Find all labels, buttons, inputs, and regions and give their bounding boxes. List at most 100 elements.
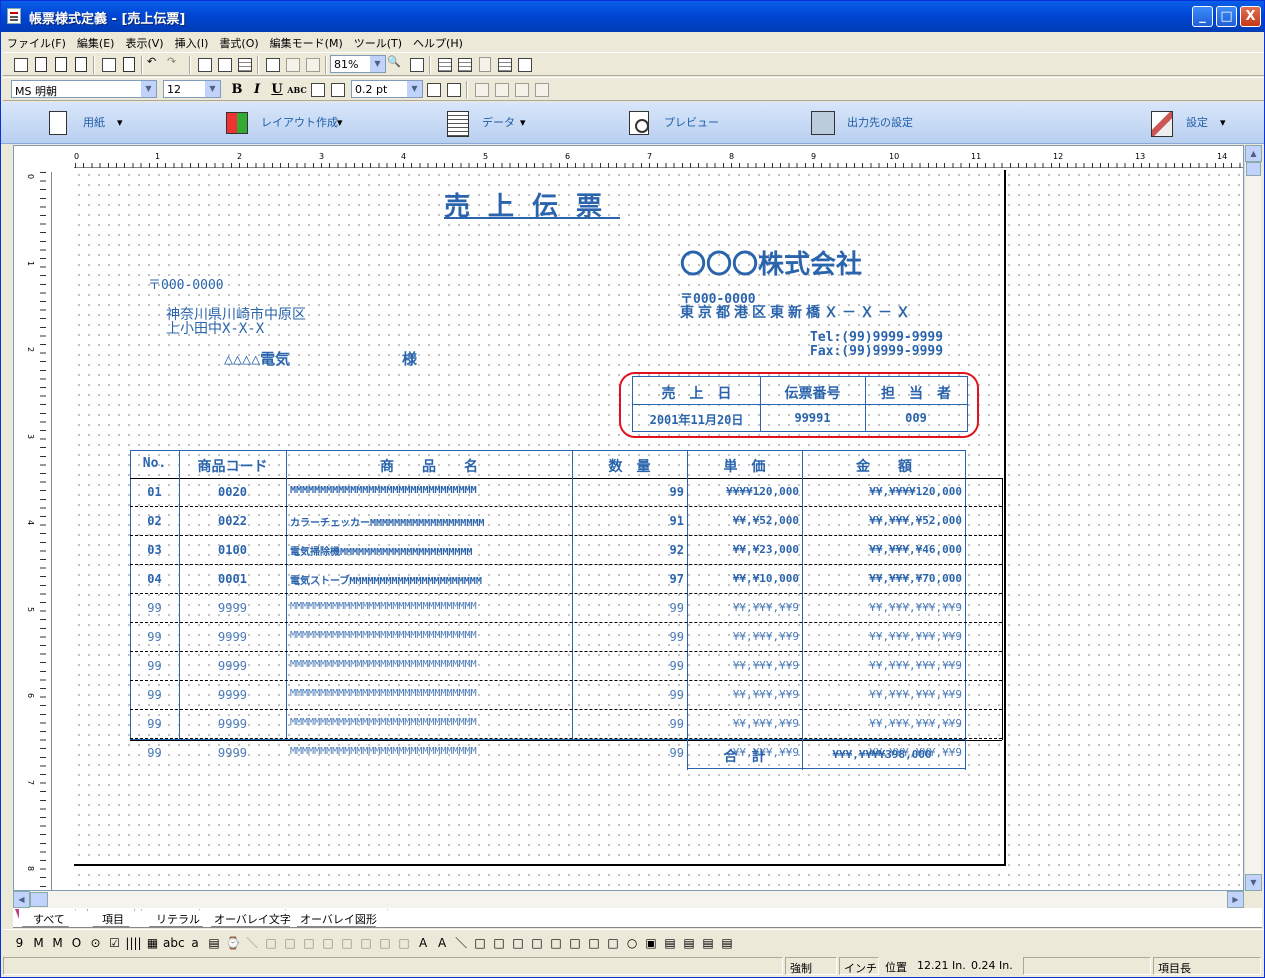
abc-button[interactable]: ABC bbox=[287, 85, 307, 95]
page-icon[interactable] bbox=[475, 55, 493, 73]
table-cell[interactable]: 99 bbox=[572, 746, 684, 760]
tab-fields[interactable]: 項目 bbox=[87, 909, 135, 927]
table-cell[interactable]: 97 bbox=[572, 572, 684, 586]
table-cell[interactable]: MMMMMMMMMMMMMMMMMMMMMMMMMMMMMMM bbox=[290, 659, 570, 670]
table-cell[interactable]: MMMMMMMMMMMMMMMMMMMMMMMMMMMMMMM bbox=[290, 630, 570, 641]
undo-icon[interactable]: ↶ bbox=[147, 55, 165, 73]
table-cell[interactable]: ¥¥,¥¥¥,¥46,000 bbox=[802, 543, 962, 556]
menu-file[interactable]: ファイル(F) bbox=[1, 32, 71, 51]
table2-icon[interactable] bbox=[495, 55, 513, 73]
toolbox-item[interactable]: O bbox=[68, 933, 85, 953]
scroll-left-arrow[interactable]: ◀ bbox=[13, 891, 30, 908]
toolbox-item[interactable]: □ bbox=[586, 933, 603, 953]
design-area[interactable]: 0 1 2 3 4 5 6 7 8 9 10 11 12 13 14 0 1 2… bbox=[13, 145, 1244, 891]
toolbox-item[interactable]: A bbox=[434, 933, 451, 953]
menu-insert[interactable]: 挿入(I) bbox=[169, 32, 214, 51]
grid-icon[interactable] bbox=[435, 55, 453, 73]
italic-button[interactable]: I bbox=[247, 82, 267, 97]
font-size-select[interactable]: 12 bbox=[163, 80, 221, 98]
table-cell[interactable]: ¥¥,¥¥¥,¥¥¥,¥¥9 bbox=[802, 601, 962, 614]
table-cell[interactable]: 電気ストーブMMMMMMMMMMMMMMMMMMMMMM bbox=[290, 572, 570, 587]
table-cell[interactable]: 0022 bbox=[179, 514, 286, 528]
scroll-down-arrow[interactable]: ▼ bbox=[1245, 874, 1262, 891]
toolbox-item[interactable]: abc bbox=[163, 933, 185, 953]
customer-address-2[interactable]: 上小田中X-X-X bbox=[166, 318, 264, 338]
toolbox-item[interactable]: M bbox=[30, 933, 47, 953]
tab-literal[interactable]: リテラル bbox=[141, 909, 211, 927]
form-canvas[interactable]: 売上伝票 〇〇〇株式会社 〒000-0000 東京都港区東新橋Ｘ－Ｘ－Ｘ Tel… bbox=[74, 170, 1243, 890]
table-cell[interactable]: ¥¥,¥¥¥,¥¥9 bbox=[687, 601, 799, 614]
menu-help[interactable]: ヘルプ(H) bbox=[407, 32, 468, 51]
toolbox-item[interactable]: □ bbox=[282, 933, 299, 953]
close-button[interactable]: X bbox=[1240, 6, 1261, 27]
tab-overlay-shapes[interactable]: オーバレイ図形 bbox=[285, 909, 388, 927]
table-cell[interactable]: 04 bbox=[130, 572, 179, 586]
toolbox-item[interactable]: 9 bbox=[11, 933, 28, 953]
menu-edit-mode[interactable]: 編集モード(M) bbox=[264, 32, 348, 51]
align2-icon[interactable] bbox=[492, 80, 510, 98]
toolbox-item[interactable]: |||| bbox=[125, 933, 142, 953]
table-cell[interactable]: ¥¥,¥¥¥,¥¥9 bbox=[687, 630, 799, 643]
toolbox-item[interactable]: ☑ bbox=[106, 933, 123, 953]
scroll-up-arrow[interactable]: ▲ bbox=[1245, 145, 1262, 162]
menu-edit[interactable]: 編集(E) bbox=[71, 32, 120, 51]
redo-icon[interactable]: ↷ bbox=[167, 55, 185, 73]
table-cell[interactable]: MMMMMMMMMMMMMMMMMMMMMMMMMMMMMMM bbox=[290, 717, 570, 728]
toolbox-item[interactable]: ▤ bbox=[662, 933, 679, 953]
table-cell[interactable]: 99 bbox=[130, 746, 179, 760]
horizontal-scrollbar[interactable]: ◀ ▶ bbox=[13, 891, 1244, 908]
toolbox-item[interactable]: a bbox=[187, 933, 204, 953]
table-cell[interactable]: 99 bbox=[572, 659, 684, 673]
toolbox-item[interactable]: □ bbox=[510, 933, 527, 953]
toolbox-item[interactable]: □ bbox=[472, 933, 489, 953]
line-style-icon[interactable] bbox=[444, 80, 462, 98]
table-cell[interactable]: ¥¥,¥¥¥,¥70,000 bbox=[802, 572, 962, 585]
menu-tools[interactable]: ツール(T) bbox=[348, 32, 407, 51]
toolbox-item[interactable]: □ bbox=[491, 933, 508, 953]
table-cell[interactable]: 91 bbox=[572, 514, 684, 528]
table-cell[interactable]: 92 bbox=[572, 543, 684, 557]
company-name[interactable]: 〇〇〇株式会社 bbox=[680, 244, 862, 281]
table-cell[interactable]: ¥¥,¥¥¥,¥¥¥,¥¥9 bbox=[802, 659, 962, 672]
menu-view[interactable]: 表示(V) bbox=[119, 32, 168, 51]
document-icon[interactable] bbox=[71, 55, 89, 73]
table-cell[interactable]: ¥¥,¥¥¥,¥¥¥,¥¥9 bbox=[802, 717, 962, 730]
bold-button[interactable]: B bbox=[227, 82, 247, 97]
table-cell[interactable]: 99 bbox=[130, 659, 179, 673]
copy-form-icon[interactable] bbox=[51, 55, 69, 73]
company-address[interactable]: 東京都港区東新橋Ｘ－Ｘ－Ｘ bbox=[680, 302, 914, 322]
table-cell[interactable]: MMMMMMMMMMMMMMMMMMMMMMMMMMMMMMM bbox=[290, 601, 570, 612]
toolbox-item[interactable]: ＼ bbox=[244, 933, 261, 953]
zoom-fit-icon[interactable] bbox=[407, 55, 425, 73]
table-cell[interactable]: ¥¥¥¥120,000 bbox=[687, 485, 799, 498]
table-cell[interactable]: 99 bbox=[130, 630, 179, 644]
total-value[interactable]: ¥¥¥,¥¥¥¥398,000 bbox=[802, 748, 962, 761]
toolbox-item[interactable]: ▤ bbox=[206, 933, 223, 953]
cut-icon[interactable] bbox=[195, 55, 213, 73]
print-preview-icon[interactable] bbox=[119, 55, 137, 73]
table-cell[interactable]: MMMMMMMMMMMMMMMMMMMMMMMMMMMMMMM bbox=[290, 485, 570, 496]
table-cell[interactable]: ¥¥,¥¥¥,¥¥¥,¥¥9 bbox=[802, 630, 962, 643]
toolbox-item[interactable]: □ bbox=[339, 933, 356, 953]
menu-format[interactable]: 書式(O) bbox=[213, 32, 263, 51]
table-cell[interactable]: MMMMMMMMMMMMMMMMMMMMMMMMMMMMMMM bbox=[290, 746, 570, 757]
line-width-select[interactable]: 0.2 pt bbox=[351, 80, 423, 98]
delete-icon[interactable] bbox=[215, 55, 233, 73]
print-icon[interactable] bbox=[99, 55, 117, 73]
toolbox-item[interactable]: □ bbox=[548, 933, 565, 953]
toolbox-item[interactable]: □ bbox=[301, 933, 318, 953]
honorific[interactable]: 様 bbox=[402, 348, 417, 369]
edit-icon[interactable] bbox=[31, 55, 49, 73]
frame3-icon[interactable] bbox=[303, 55, 321, 73]
tab-all[interactable]: すべて bbox=[15, 909, 76, 927]
toolbox-item[interactable]: □ bbox=[529, 933, 546, 953]
font-select[interactable]: MS 明朝 bbox=[11, 80, 157, 98]
company-tel[interactable]: Tel:(99)9999-9999 bbox=[810, 330, 943, 345]
table-cell[interactable]: ¥¥,¥23,000 bbox=[687, 543, 799, 556]
table-cell[interactable]: 0001 bbox=[179, 572, 286, 586]
toolbox-item[interactable]: ▤ bbox=[681, 933, 698, 953]
save-icon[interactable] bbox=[11, 55, 29, 73]
company-fax[interactable]: Fax:(99)9999-9999 bbox=[810, 344, 943, 359]
underline-button[interactable]: U bbox=[267, 82, 287, 97]
table-cell[interactable]: 99 bbox=[130, 688, 179, 702]
